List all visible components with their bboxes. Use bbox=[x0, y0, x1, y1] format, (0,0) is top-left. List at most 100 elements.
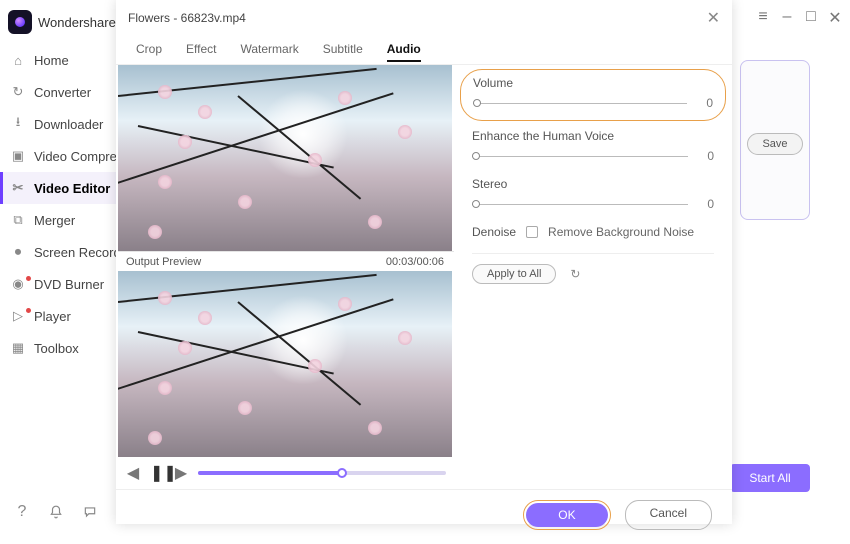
sidebar-item-merger[interactable]: ⧉ Merger bbox=[0, 204, 118, 236]
enhance-group: Enhance the Human Voice 0 bbox=[472, 129, 714, 163]
sidebar-item-toolbox[interactable]: ▦ Toolbox bbox=[0, 332, 118, 364]
dialog-tabs: Crop Effect Watermark Subtitle Audio bbox=[116, 32, 732, 65]
dialog-title: Flowers - 66823v.mp4 bbox=[128, 11, 246, 25]
dialog-preview-column: Output Preview 00:03/00:06 ◀ ❚❚ ▶ bbox=[116, 65, 454, 489]
stereo-slider[interactable] bbox=[472, 204, 688, 205]
volume-value: 0 bbox=[699, 96, 713, 110]
stereo-label: Stereo bbox=[472, 177, 714, 191]
slider-thumb[interactable] bbox=[472, 200, 480, 208]
apply-row: Apply to All ↻ bbox=[472, 264, 714, 284]
sidebar: ⌂ Home ↻ Converter ⭳ Downloader ▣ Video … bbox=[0, 44, 118, 364]
dialog-body: Output Preview 00:03/00:06 ◀ ❚❚ ▶ Volume bbox=[116, 65, 732, 489]
progress-fill bbox=[198, 471, 342, 475]
minimize-icon[interactable]: – bbox=[780, 8, 794, 28]
apply-to-all-button[interactable]: Apply to All bbox=[472, 264, 556, 284]
sidebar-item-video-compress[interactable]: ▣ Video Compre bbox=[0, 140, 118, 172]
close-icon[interactable]: ✕ bbox=[828, 8, 842, 28]
convert-icon: ↻ bbox=[10, 84, 26, 100]
volume-slider[interactable] bbox=[473, 103, 687, 104]
output-preview bbox=[118, 271, 452, 457]
dialog-header: Flowers - 66823v.mp4 ✕ bbox=[116, 0, 732, 32]
sidebar-item-player[interactable]: ▷ Player bbox=[0, 300, 118, 332]
sidebar-item-dvd-burner[interactable]: ◉ DVD Burner bbox=[0, 268, 118, 300]
sidebar-item-label: DVD Burner bbox=[34, 277, 104, 292]
bell-icon[interactable] bbox=[48, 504, 64, 520]
output-preview-label: Output Preview bbox=[126, 256, 201, 268]
toolbox-icon: ▦ bbox=[10, 340, 26, 356]
output-preview-bar: Output Preview 00:03/00:06 bbox=[118, 251, 454, 271]
dialog-footer: OK Cancel bbox=[116, 489, 732, 544]
reset-icon[interactable]: ↻ bbox=[570, 267, 580, 281]
sidebar-item-label: Home bbox=[34, 53, 69, 68]
sidebar-item-label: Screen Recorde bbox=[34, 245, 128, 260]
app-name: Wondershare bbox=[38, 15, 116, 30]
ok-button[interactable]: OK bbox=[526, 503, 607, 527]
pause-icon[interactable]: ❚❚ bbox=[150, 463, 164, 483]
stereo-value: 0 bbox=[700, 197, 714, 211]
sidebar-item-label: Toolbox bbox=[34, 341, 79, 356]
hamburger-icon[interactable]: ≡ bbox=[756, 8, 770, 28]
sidebar-item-home[interactable]: ⌂ Home bbox=[0, 44, 118, 76]
tab-subtitle[interactable]: Subtitle bbox=[323, 38, 363, 62]
slider-thumb[interactable] bbox=[472, 152, 480, 160]
tab-effect[interactable]: Effect bbox=[186, 38, 216, 62]
progress-thumb[interactable] bbox=[337, 468, 347, 478]
chat-icon[interactable] bbox=[82, 504, 98, 520]
stereo-group: Stereo 0 bbox=[472, 177, 714, 211]
right-panel: Save bbox=[740, 60, 810, 220]
tab-watermark[interactable]: Watermark bbox=[240, 38, 298, 62]
sidebar-item-label: Downloader bbox=[34, 117, 103, 132]
app-logo-icon bbox=[8, 10, 32, 34]
source-preview bbox=[118, 65, 452, 251]
dvd-icon: ◉ bbox=[10, 276, 26, 292]
step-back-icon[interactable]: ◀ bbox=[126, 463, 140, 483]
sidebar-item-label: Video Editor bbox=[34, 181, 110, 196]
denoise-row: Denoise Remove Background Noise bbox=[472, 225, 714, 239]
notification-dot-icon bbox=[26, 276, 31, 281]
sidebar-item-label: Video Compre bbox=[34, 149, 117, 164]
playback-controls: ◀ ❚❚ ▶ bbox=[118, 457, 454, 489]
notification-dot-icon bbox=[26, 308, 31, 313]
denoise-option-label: Remove Background Noise bbox=[548, 225, 694, 239]
denoise-label: Denoise bbox=[472, 225, 516, 239]
enhance-slider[interactable] bbox=[472, 156, 688, 157]
sidebar-item-converter[interactable]: ↻ Converter bbox=[0, 76, 118, 108]
enhance-value: 0 bbox=[700, 149, 714, 163]
save-button[interactable]: Save bbox=[747, 133, 803, 155]
maximize-icon[interactable]: □ bbox=[804, 8, 818, 28]
tab-audio[interactable]: Audio bbox=[387, 38, 421, 62]
divider bbox=[472, 253, 714, 254]
download-icon: ⭳ bbox=[10, 116, 26, 132]
home-icon: ⌂ bbox=[10, 52, 26, 68]
footer-icons: ? bbox=[14, 504, 98, 520]
tab-crop[interactable]: Crop bbox=[136, 38, 162, 62]
sidebar-item-video-editor[interactable]: ✂ Video Editor bbox=[0, 172, 118, 204]
sidebar-item-label: Player bbox=[34, 309, 71, 324]
audio-panel: Volume 0 Enhance the Human Voice 0 Stere… bbox=[454, 65, 732, 489]
compress-icon: ▣ bbox=[10, 148, 26, 164]
record-icon: ⏺ bbox=[10, 244, 26, 260]
enhance-label: Enhance the Human Voice bbox=[472, 129, 714, 143]
sidebar-item-label: Merger bbox=[34, 213, 75, 228]
start-all-button[interactable]: Start All bbox=[730, 464, 810, 492]
play-icon: ▷ bbox=[10, 308, 26, 324]
slider-thumb[interactable] bbox=[473, 99, 481, 107]
ok-highlight: OK bbox=[523, 500, 610, 530]
window-controls: ≡ – □ ✕ bbox=[756, 8, 842, 28]
playback-progress[interactable] bbox=[198, 471, 446, 475]
edit-dialog: Flowers - 66823v.mp4 ✕ Crop Effect Water… bbox=[116, 0, 732, 524]
denoise-checkbox[interactable] bbox=[526, 226, 538, 238]
sidebar-item-label: Converter bbox=[34, 85, 91, 100]
volume-group: Volume 0 bbox=[460, 69, 726, 121]
dialog-close-icon[interactable]: ✕ bbox=[707, 8, 720, 28]
volume-label: Volume bbox=[473, 76, 713, 90]
merge-icon: ⧉ bbox=[10, 212, 26, 228]
preview-time: 00:03/00:06 bbox=[386, 256, 444, 268]
scissors-icon: ✂ bbox=[10, 180, 26, 196]
app-logo: Wondershare bbox=[8, 10, 116, 34]
cancel-button[interactable]: Cancel bbox=[625, 500, 712, 530]
sidebar-item-screen-recorder[interactable]: ⏺ Screen Recorde bbox=[0, 236, 118, 268]
sidebar-item-downloader[interactable]: ⭳ Downloader bbox=[0, 108, 118, 140]
step-forward-icon[interactable]: ▶ bbox=[174, 463, 188, 483]
help-icon[interactable]: ? bbox=[14, 504, 30, 520]
